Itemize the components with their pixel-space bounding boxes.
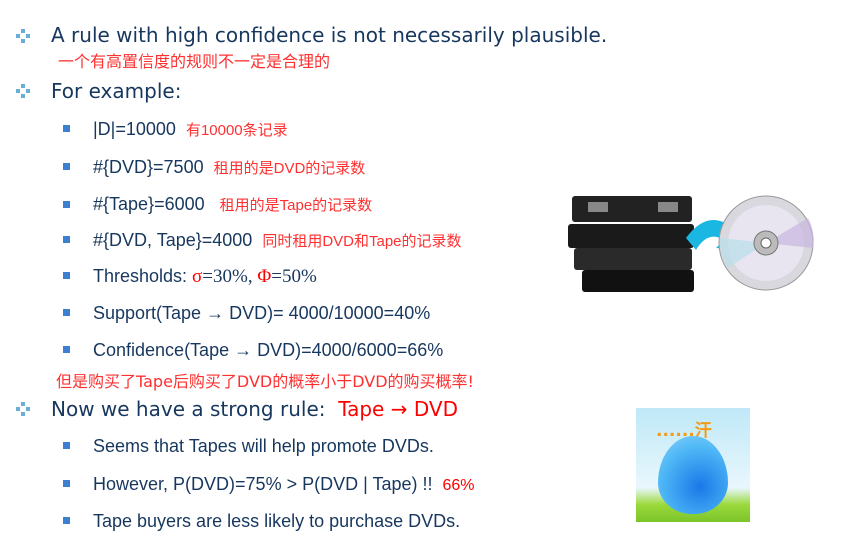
drop-character [658, 436, 728, 514]
thresholds-label: Thresholds: [93, 266, 193, 286]
phi-value: =50% [271, 266, 317, 287]
chinese-note: 一个有高置信度的规则不一定是合理的 [58, 52, 331, 71]
slide: A rule with high confidence is not neces… [0, 0, 846, 548]
bullet-text: A rule with high confidence is not neces… [51, 23, 608, 47]
rule-point: Tape buyers are less likely to purchase … [93, 511, 461, 531]
square-bullet-icon [63, 309, 70, 316]
diamond-bullet-icon [16, 402, 30, 416]
diamond-bullet-icon [16, 84, 30, 98]
thresholds-item: Thresholds: σ=30%, Φ=50% [93, 265, 317, 288]
chinese-note: 有10000条记录 [185, 122, 288, 139]
square-bullet-icon [63, 480, 70, 487]
vhs-tapes-icon [568, 196, 694, 292]
square-bullet-icon [63, 442, 70, 449]
item-text: #{DVD, Tape}=4000 [93, 230, 253, 250]
square-bullet-icon [63, 125, 70, 132]
square-bullet-icon [63, 201, 70, 208]
item-text: #{DVD}=7500 [93, 157, 204, 177]
dvd-disc-icon [718, 195, 814, 291]
rule-label: Now we have a strong rule: [51, 397, 326, 421]
square-bullet-icon [63, 272, 70, 279]
example-item: #{DVD, Tape}=4000 同时租用DVD和Tape的记录数 [93, 229, 462, 253]
example-item: #{DVD}=7500 租用的是DVD的记录数 [93, 156, 365, 180]
item-text: |D|=10000 [93, 119, 176, 139]
example-item: Support(Tape → DVD)= 4000/10000=40% [93, 303, 431, 323]
chinese-note: 租用的是DVD的记录数 [213, 160, 366, 177]
bullet-text: For example: [51, 79, 182, 103]
item-text: #{Tape}=6000 [93, 194, 205, 214]
square-bullet-icon [63, 163, 70, 170]
square-bullet-icon [63, 346, 70, 353]
chinese-note: 但是购买了Tape后购买了DVD的概率小于DVD的购买概率! [56, 372, 474, 391]
rule-highlight: Tape → DVD [338, 397, 458, 421]
phi-symbol: Φ [257, 266, 272, 287]
point-note: 66% [442, 477, 475, 494]
square-bullet-icon [63, 517, 70, 524]
sigma-value: =30%, [202, 266, 258, 287]
rule-point: Seems that Tapes will help promote DVDs. [93, 436, 434, 456]
example-item: |D|=10000 有10000条记录 [93, 118, 288, 142]
diamond-bullet-icon [16, 29, 30, 43]
sigma-symbol: σ [192, 266, 203, 287]
sweat-drop-emoji: ......汗 [636, 408, 750, 522]
bullet-text: Now we have a strong rule: Tape → DVD [51, 397, 458, 421]
example-item: #{Tape}=6000 租用的是Tape的记录数 [93, 193, 372, 217]
chinese-note: 租用的是Tape的记录数 [219, 197, 373, 214]
chinese-note: 同时租用DVD和Tape的记录数 [262, 233, 462, 250]
rule-point: However, P(DVD)=75% > P(DVD | Tape) !! 6… [93, 473, 475, 497]
tape-to-dvd-illustration [568, 195, 814, 292]
example-item: Confidence(Tape → DVD)=4000/6000=66% [93, 340, 444, 360]
point-text: However, P(DVD)=75% > P(DVD | Tape) !! [93, 474, 433, 494]
square-bullet-icon [63, 236, 70, 243]
